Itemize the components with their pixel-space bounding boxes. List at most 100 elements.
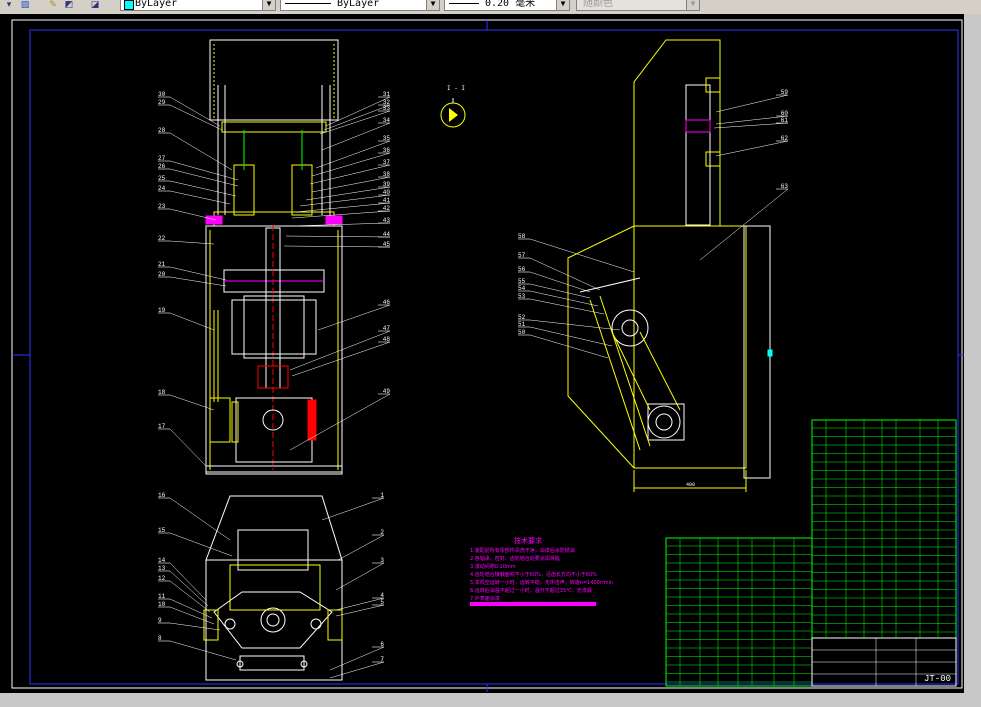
part-number-label: 41 [383, 197, 391, 204]
leader-line [321, 497, 385, 521]
leader-line [329, 661, 385, 679]
chevron-down-icon[interactable]: ▼ [262, 0, 275, 10]
part-number-label: 11 [158, 593, 166, 600]
tech-req-line: 3.滚动间隙0.10mm [470, 563, 516, 570]
part-number-label: 16 [158, 492, 166, 499]
chevron-down-icon[interactable]: ▼ [426, 0, 439, 10]
section-marker [440, 98, 466, 128]
tech-req-line: 2.各轴承、密封、齿轮啮合处要涂润滑脂 [470, 555, 560, 562]
part-number-label: 7 [380, 656, 384, 663]
part-number-label: 57 [518, 252, 526, 259]
leader-line [529, 290, 599, 307]
linetype-combo-value: ByLayer [337, 0, 380, 9]
part-number-label: 46 [383, 299, 391, 306]
part-number-label: 34 [383, 117, 391, 124]
part-number-label: 18 [158, 389, 166, 396]
leader-line [169, 428, 207, 467]
part-number-label: 1 [380, 492, 384, 499]
leader-line [169, 160, 239, 181]
tech-req-line: 6.运转后油温不超过一小时，温升不超过35℃，无渗漏 [470, 587, 592, 594]
properties-toolbar: ▾ ▨ ✎ ◩ ◪ ByLayer ▼ ByLayer ▼ 0.20 毫米 ▼ … [0, 0, 981, 15]
leader-line [169, 132, 233, 171]
leader-line [169, 640, 237, 661]
part-number-label: 26 [158, 163, 166, 170]
chevron-down-icon[interactable]: ▼ [686, 0, 699, 10]
color-combo[interactable]: ByLayer ▼ [120, 0, 276, 11]
side-view [567, 39, 773, 492]
part-number-label: 17 [158, 423, 166, 430]
leader-line [289, 330, 391, 371]
layer-isolate-icon[interactable]: ◪ [88, 0, 102, 11]
part-number-label: 50 [518, 329, 526, 336]
layer-states-icon[interactable]: ▨ [18, 0, 32, 11]
part-number-label: 9 [158, 617, 162, 624]
part-number-label: 33 [383, 105, 391, 112]
leader-line [335, 562, 385, 591]
chevron-down-icon[interactable]: ▼ [556, 0, 569, 10]
part-number-label: 6 [380, 641, 384, 648]
part-number-label: 63 [781, 183, 789, 190]
tech-req-line: 7.外表面涂漆 [470, 595, 500, 602]
vertical-scrollbar[interactable] [964, 14, 981, 693]
leader-line [529, 334, 609, 359]
front-section-view [205, 39, 343, 475]
part-number-label: 35 [383, 135, 391, 142]
leader-line [169, 532, 233, 557]
part-number-label: 58 [518, 233, 526, 240]
part-number-label: 20 [158, 271, 166, 278]
lineweight-combo[interactable]: 0.20 毫米 ▼ [444, 0, 570, 11]
top-section-view [203, 495, 343, 681]
drawing-svg: 3029282726252423222120191817313233343536… [11, 19, 964, 692]
leader-line [715, 94, 789, 113]
leader-line [169, 312, 215, 331]
leader-line [169, 208, 217, 221]
part-number-label: 61 [781, 117, 789, 124]
linetype-combo[interactable]: ByLayer ▼ [280, 0, 440, 11]
leader-line [169, 240, 215, 245]
horizontal-scrollbar[interactable] [0, 693, 981, 707]
part-number-label: 53 [518, 293, 526, 300]
leader-line [295, 202, 391, 213]
part-number-label: 29 [158, 99, 166, 106]
part-number-label: 22 [158, 235, 166, 242]
tech-requirements: 技术要求 1.装配前所有零部件清洗干净，油漆后涂防锈油 2.各轴承、密封、齿轮啮… [470, 536, 613, 602]
tech-req-heading: 技术要求 [514, 536, 542, 545]
part-number-label: 55 [518, 278, 526, 285]
leader-line [169, 276, 227, 287]
part-number-label: 28 [158, 127, 166, 134]
leader-line [283, 245, 391, 248]
part-number-label: 45 [383, 241, 391, 248]
part-number-label: 5 [380, 599, 384, 606]
match-properties-icon[interactable]: ✎ [46, 0, 60, 11]
part-number-label: 12 [158, 575, 166, 582]
part-number-label: 48 [383, 336, 391, 343]
part-number-label: 59 [781, 89, 789, 96]
leader-line [335, 597, 385, 611]
layer-tool-icon[interactable]: ▾ [2, 0, 16, 11]
leader-line [291, 341, 391, 377]
leader-line [529, 271, 591, 293]
plotstyle-combo[interactable]: 随颜色 ▼ [576, 0, 700, 11]
part-number-label: 47 [383, 325, 391, 332]
leader-line [529, 238, 635, 273]
part-number-label: 30 [158, 91, 166, 98]
leader-line [169, 562, 207, 601]
leader-line [169, 570, 209, 607]
drawing-canvas[interactable]: 30 29 28 27 26 25 24 23 22 21 20 19 18 17 31 32 33 34 35 36… [0, 14, 981, 707]
drawing-number: JT-00 [924, 674, 951, 684]
leader-line [305, 186, 391, 201]
tech-req-line: 1.装配前所有零部件清洗干净，油漆后涂防锈油 [470, 547, 575, 554]
part-number-label: 43 [383, 217, 391, 224]
leader-line [529, 283, 591, 299]
part-number-label: 44 [383, 231, 391, 238]
part-number-label: 42 [383, 205, 391, 212]
layer-previous-icon[interactable]: ◩ [62, 0, 76, 11]
lineweight-combo-value: 0.20 毫米 [485, 0, 536, 9]
leader-line [529, 298, 605, 315]
part-number-label: 25 [158, 175, 166, 182]
part-number-label: 14 [158, 557, 166, 564]
part-number-label: 4 [380, 592, 384, 599]
leader-line [529, 257, 601, 291]
leader-line [169, 580, 211, 613]
part-number-label: 21 [158, 261, 166, 268]
